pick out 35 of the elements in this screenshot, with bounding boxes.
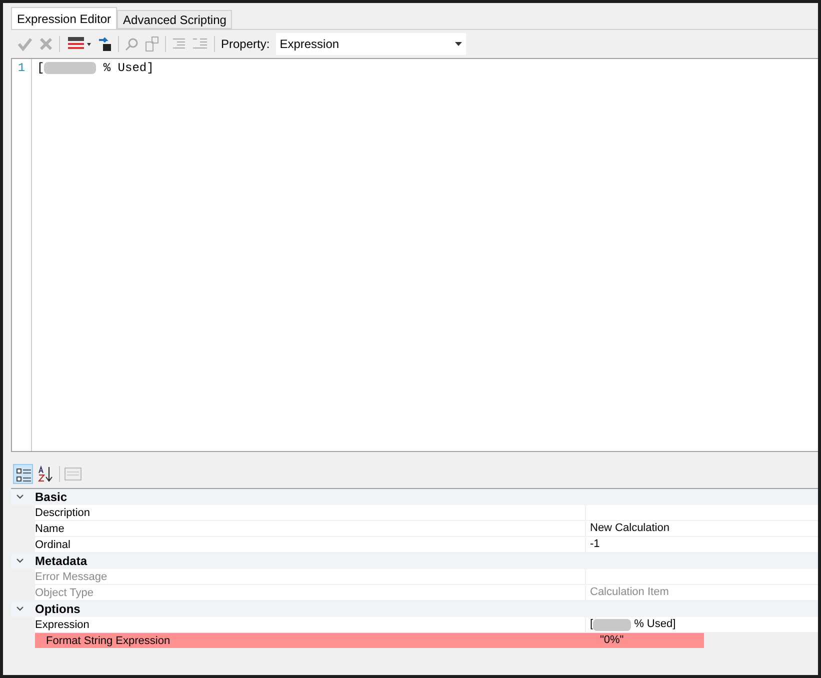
property-row[interactable]: Ordinal -1 xyxy=(35,537,818,553)
deploy-icon[interactable] xyxy=(98,36,112,52)
line-number: 1 xyxy=(18,60,26,77)
category-header: Basic xyxy=(35,489,68,506)
property-row[interactable]: Expression [ % Used] xyxy=(35,617,818,633)
dropdown-arrow-icon xyxy=(454,42,462,46)
tab[interactable]: Expression Editor xyxy=(11,7,118,29)
code-text: [ xyxy=(37,60,44,77)
property-value: % Used] xyxy=(634,617,676,632)
property-name: Name xyxy=(35,522,66,536)
property-name: Description xyxy=(35,506,92,520)
sort-alphabetical-icon[interactable] xyxy=(37,465,55,483)
property-dropdown[interactable]: Expression xyxy=(276,32,466,54)
property-row[interactable]: Description xyxy=(35,505,818,521)
property-row[interactable]: Format String Expression "0%" xyxy=(35,633,704,649)
property-name: Object Type xyxy=(35,586,94,600)
property-row[interactable]: Name New Calculation xyxy=(35,521,818,537)
property-name: Ordinal xyxy=(35,538,72,552)
check-icon[interactable] xyxy=(17,36,33,50)
property-value: Calculation Item xyxy=(590,585,669,600)
category-header: Options xyxy=(35,601,80,618)
property-value: -1 xyxy=(590,537,600,552)
property-label: Property: xyxy=(221,36,270,52)
code-text: % Used] xyxy=(102,60,154,77)
property-name: Error Message xyxy=(35,570,108,584)
property-name: Expression xyxy=(35,618,90,632)
property-name: Format String Expression xyxy=(46,634,172,648)
property-value: [ xyxy=(590,617,594,632)
code-editor[interactable]: 1 [ % Used] xyxy=(11,58,818,452)
property-value: New Calculation xyxy=(590,521,670,536)
tab[interactable]: Advanced Scripting xyxy=(117,10,232,29)
format-icon[interactable] xyxy=(66,36,92,52)
property-value: "0%" xyxy=(600,633,624,648)
category-header: Metadata xyxy=(35,553,88,570)
categorized-icon[interactable] xyxy=(13,464,33,484)
